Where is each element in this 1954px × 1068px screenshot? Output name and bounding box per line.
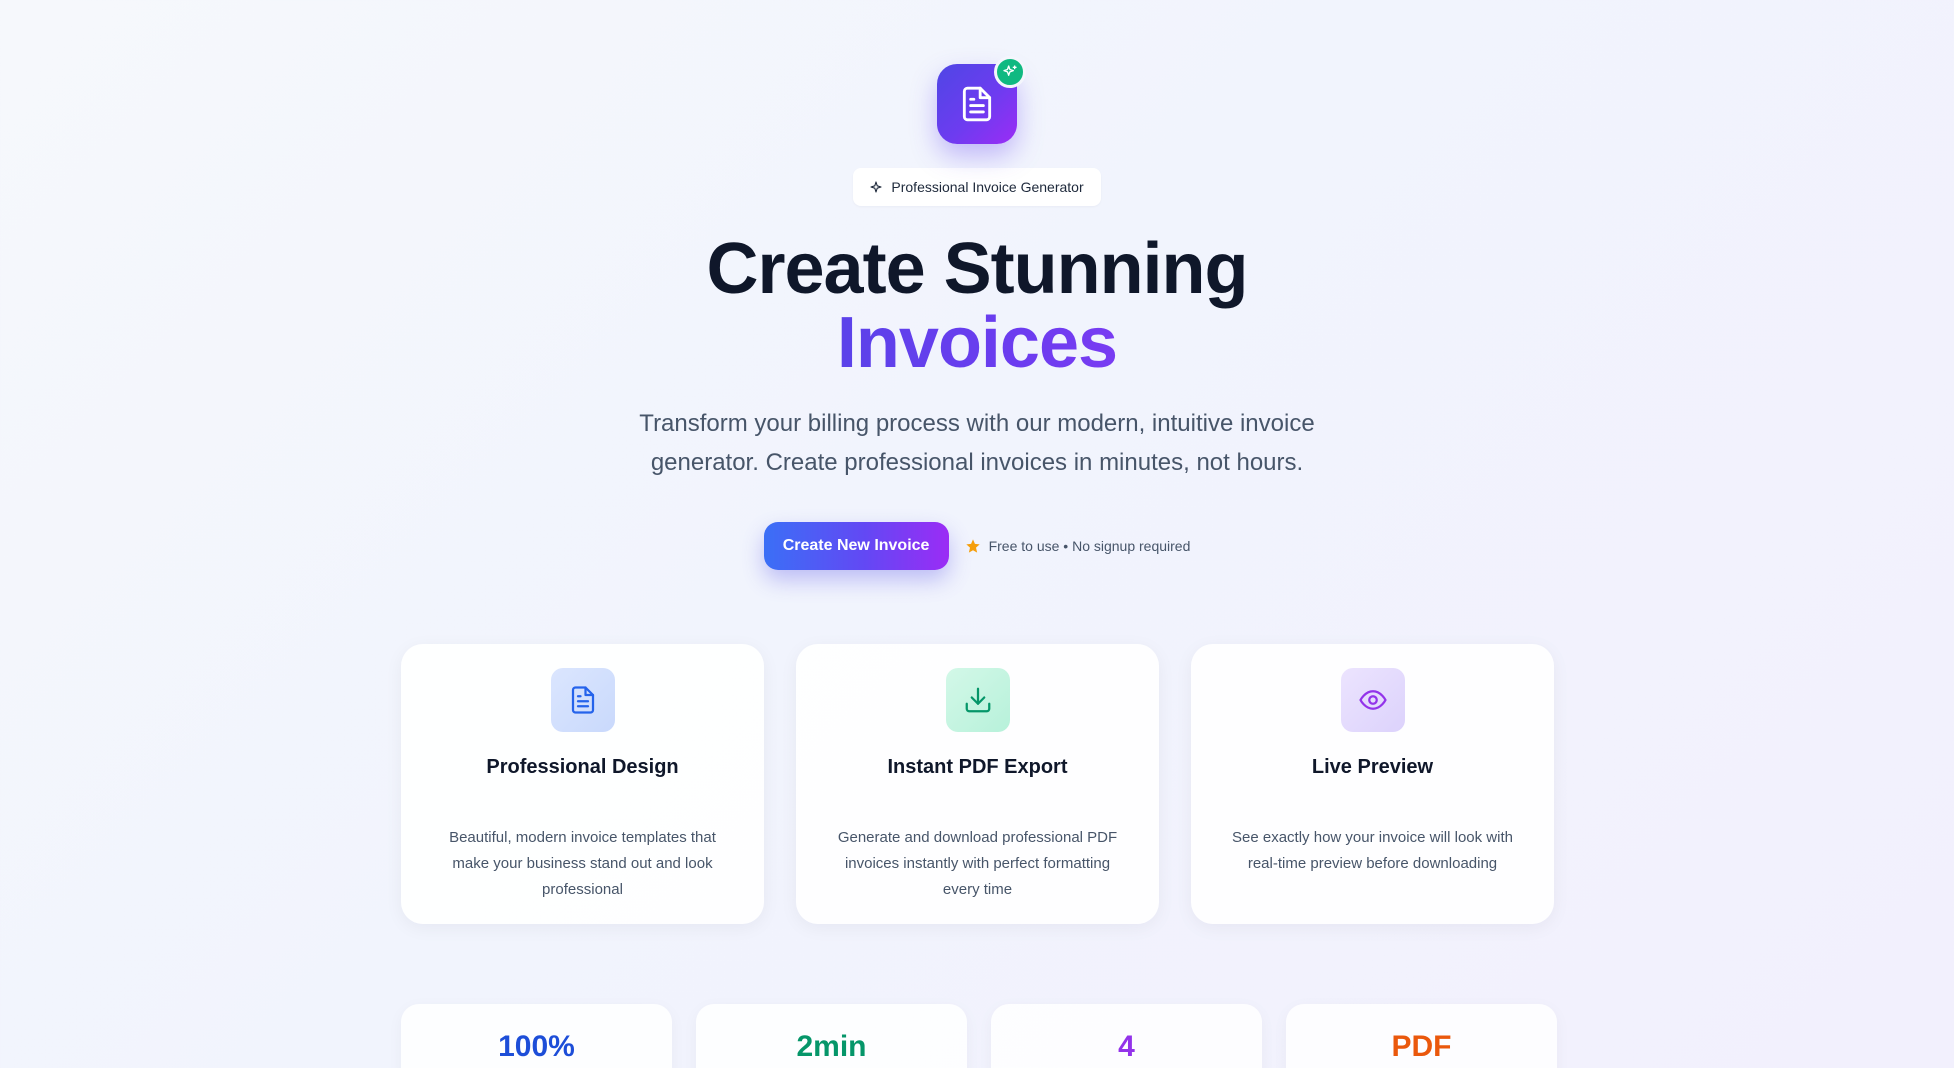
stat-card: 4 bbox=[991, 1004, 1262, 1068]
free-note: Free to use • No signup required bbox=[965, 538, 1191, 554]
feature-title: Live Preview bbox=[1311, 756, 1434, 778]
page-headline: Create Stunning Invoices bbox=[706, 229, 1248, 380]
stat-value: 4 bbox=[1118, 1030, 1135, 1063]
feature-description: Generate and download professional PDF i… bbox=[837, 829, 1118, 898]
pill-label: Professional Invoice Generator bbox=[891, 179, 1084, 195]
document-icon bbox=[962, 86, 992, 122]
stat-card: 2min bbox=[696, 1004, 967, 1068]
feature-title: Instant PDF Export bbox=[887, 756, 1068, 778]
eye-icon bbox=[1358, 690, 1387, 710]
document-icon bbox=[571, 686, 594, 714]
stat-value: PDF bbox=[1391, 1030, 1452, 1063]
feature-icon-tile bbox=[945, 668, 1010, 732]
stats-row: 100% 2min 4 PDF bbox=[401, 1004, 1557, 1068]
stat-value: 2min bbox=[796, 1030, 867, 1063]
stat-value: 100% bbox=[498, 1030, 575, 1063]
hero-subtitle: Transform your billing process with our … bbox=[639, 410, 1315, 476]
free-note-text: Free to use • No signup required bbox=[988, 538, 1191, 554]
app-logo bbox=[937, 56, 1026, 144]
hero-section: Professional Invoice Generator Create St… bbox=[0, 0, 1954, 570]
feature-card-pdf-export: Instant PDF Export Generate and download… bbox=[796, 644, 1159, 924]
sparkle-icon bbox=[870, 181, 882, 193]
feature-cards: Professional Design Beautiful, modern in… bbox=[401, 644, 1554, 924]
feature-icon-tile bbox=[1340, 668, 1405, 732]
create-invoice-button[interactable]: Create New Invoice bbox=[763, 522, 949, 570]
product-pill: Professional Invoice Generator bbox=[853, 168, 1101, 206]
feature-card-live-preview: Live Preview See exactly how your invoic… bbox=[1191, 644, 1554, 924]
headline-line-2: Invoices bbox=[706, 306, 1247, 380]
feature-card-professional-design: Professional Design Beautiful, modern in… bbox=[401, 644, 764, 924]
sparkles-icon bbox=[1003, 65, 1017, 76]
feature-description: See exactly how your invoice will look w… bbox=[1232, 829, 1513, 872]
feature-title: Professional Design bbox=[486, 756, 679, 778]
star-icon bbox=[965, 539, 980, 553]
sparkles-badge bbox=[994, 56, 1026, 88]
cta-row: Create New Invoice Free to use • No sign… bbox=[763, 522, 1191, 570]
stat-card: PDF bbox=[1286, 1004, 1557, 1068]
stat-card: 100% bbox=[401, 1004, 672, 1068]
download-icon bbox=[965, 687, 990, 713]
feature-description: Beautiful, modern invoice templates that… bbox=[449, 829, 716, 898]
feature-icon-tile bbox=[550, 668, 615, 732]
headline-line-1: Create Stunning bbox=[706, 229, 1248, 309]
